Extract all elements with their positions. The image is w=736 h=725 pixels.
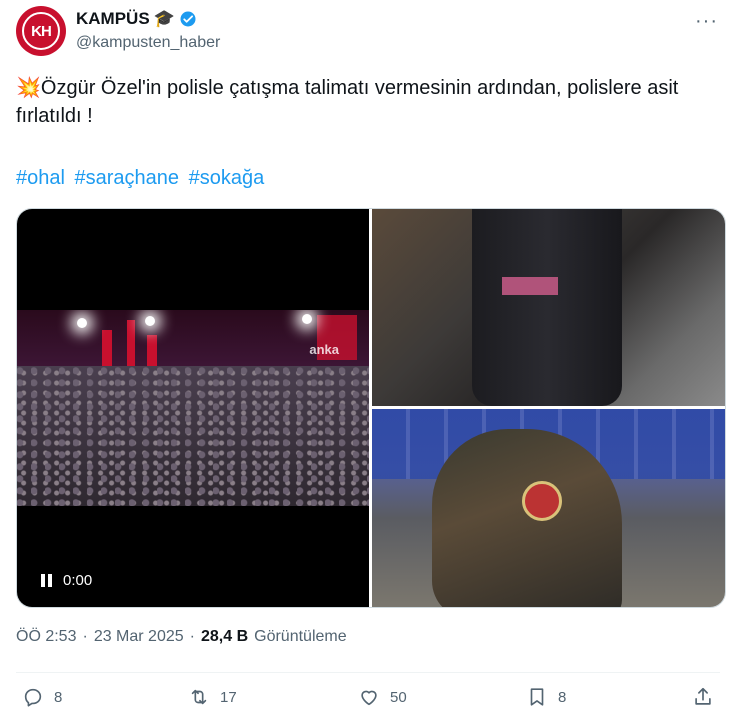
more-options-icon[interactable]: ··· (695, 10, 718, 33)
tweet-meta: ÖÖ 2:53 · 23 Mar 2025 · 28,4 B Görüntüle… (16, 628, 347, 646)
hashtag-sokaga[interactable]: #sokağa (189, 167, 265, 189)
video-time: 0:00 (63, 572, 93, 589)
author-handle[interactable]: @kampusten_haber (76, 34, 220, 52)
reply-count: 8 (54, 688, 63, 706)
photo-police-officer[interactable] (372, 409, 725, 607)
heart-icon (361, 690, 377, 706)
pause-icon[interactable] (41, 574, 53, 587)
verified-badge-icon (180, 11, 196, 27)
media-grid: anka 0:00 (16, 208, 726, 608)
repost-button[interactable]: 17 (188, 686, 237, 708)
tweet-header: KH KAMPÜS 🎓 @kampusten_haber ··· (16, 6, 724, 58)
video-watermark: anka (309, 342, 339, 357)
tweet-text: 💥Özgür Özel'in polisle çatışma talimatı … (16, 74, 716, 130)
collision-icon: 💥 (16, 77, 41, 99)
author-info: KAMPÜS 🎓 @kampusten_haber (76, 8, 220, 52)
reply-button[interactable]: 8 (22, 686, 62, 708)
share-icon (695, 687, 711, 705)
video-player[interactable]: anka 0:00 (17, 209, 369, 607)
bookmark-icon (530, 688, 544, 706)
display-name[interactable]: KAMPÜS (76, 9, 150, 29)
bookmark-button[interactable]: 8 (526, 686, 566, 708)
share-button[interactable] (692, 686, 714, 708)
divider (16, 672, 720, 673)
graduation-cap-icon: 🎓 (153, 9, 175, 28)
photo-police-legs[interactable] (372, 209, 725, 406)
tweet-time[interactable]: ÖÖ 2:53 (16, 628, 76, 646)
brand-logo: KH (22, 12, 60, 50)
crowd-image (17, 366, 369, 506)
hashtag-ohal[interactable]: #ohal (16, 167, 65, 189)
action-bar: 8 17 50 8 (16, 686, 720, 718)
like-count: 50 (390, 688, 407, 706)
bookmark-count: 8 (558, 688, 567, 706)
like-button[interactable]: 50 (358, 686, 407, 708)
tweet-date[interactable]: 23 Mar 2025 (94, 628, 184, 646)
tweet-body: Özgür Özel'in polisle çatışma talimatı v… (16, 77, 679, 127)
repost-count: 17 (220, 688, 237, 706)
video-frame: anka (17, 310, 369, 506)
meta-separator: · (82, 628, 88, 645)
hashtag-sarachane[interactable]: #saraçhane (75, 167, 180, 189)
reply-icon (24, 688, 42, 707)
views-count: 28,4 B (200, 628, 249, 645)
video-controls: 0:00 (41, 572, 92, 589)
repost-icon (191, 689, 207, 705)
hashtags: #ohal #saraçhane #sokağa (16, 164, 268, 192)
avatar[interactable]: KH (16, 6, 66, 56)
meta-separator-2: · (189, 628, 195, 645)
views-label: Görüntüleme (254, 628, 347, 645)
